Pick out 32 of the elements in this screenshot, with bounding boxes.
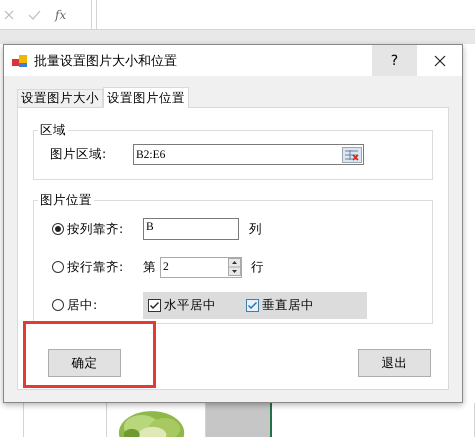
spin-arrows-icon[interactable] <box>228 258 241 276</box>
close-icon[interactable] <box>434 54 446 66</box>
range-picker-icon[interactable] <box>342 146 362 162</box>
check-icon[interactable] <box>28 10 41 20</box>
group-title: 区域 <box>39 122 67 139</box>
tab[interactable]: 设置图片位置 <box>103 87 189 108</box>
dialog-button[interactable]: 退出 <box>358 349 431 377</box>
option-label: 按行靠齐: <box>67 258 124 276</box>
option-label: 居中: <box>67 296 98 314</box>
checkbox-icon[interactable] <box>246 298 259 312</box>
option-label: 按列靠齐: <box>67 220 124 238</box>
row-spinner[interactable]: 2 <box>160 256 242 278</box>
window-title: 批量设置图片大小和位置 <box>34 52 178 70</box>
checkbox[interactable]: 水平居中 <box>148 296 216 314</box>
radio-button[interactable] <box>50 222 65 236</box>
app-icon <box>12 54 28 68</box>
help-button[interactable]: ? <box>372 45 417 76</box>
checkbox[interactable]: 垂直居中 <box>246 296 314 314</box>
checkbox-icon[interactable] <box>148 298 161 312</box>
field-label: 图片区域: <box>50 146 108 163</box>
column-field[interactable]: B <box>143 218 239 240</box>
radio-button[interactable] <box>50 260 65 274</box>
prefix-label: 第 <box>143 258 156 276</box>
insert-function-button[interactable]: fx <box>55 8 66 22</box>
tab[interactable]: 设置图片大小 <box>17 89 103 107</box>
radio-button[interactable] <box>50 298 65 312</box>
range-field[interactable]: B2:E6 <box>133 144 364 165</box>
selected-cell[interactable] <box>206 403 272 437</box>
unit-label: 行 <box>251 258 264 276</box>
dialog-button[interactable]: 确定 <box>48 349 121 377</box>
unit-label: 列 <box>249 220 262 238</box>
group-title: 图片位置 <box>39 192 93 209</box>
